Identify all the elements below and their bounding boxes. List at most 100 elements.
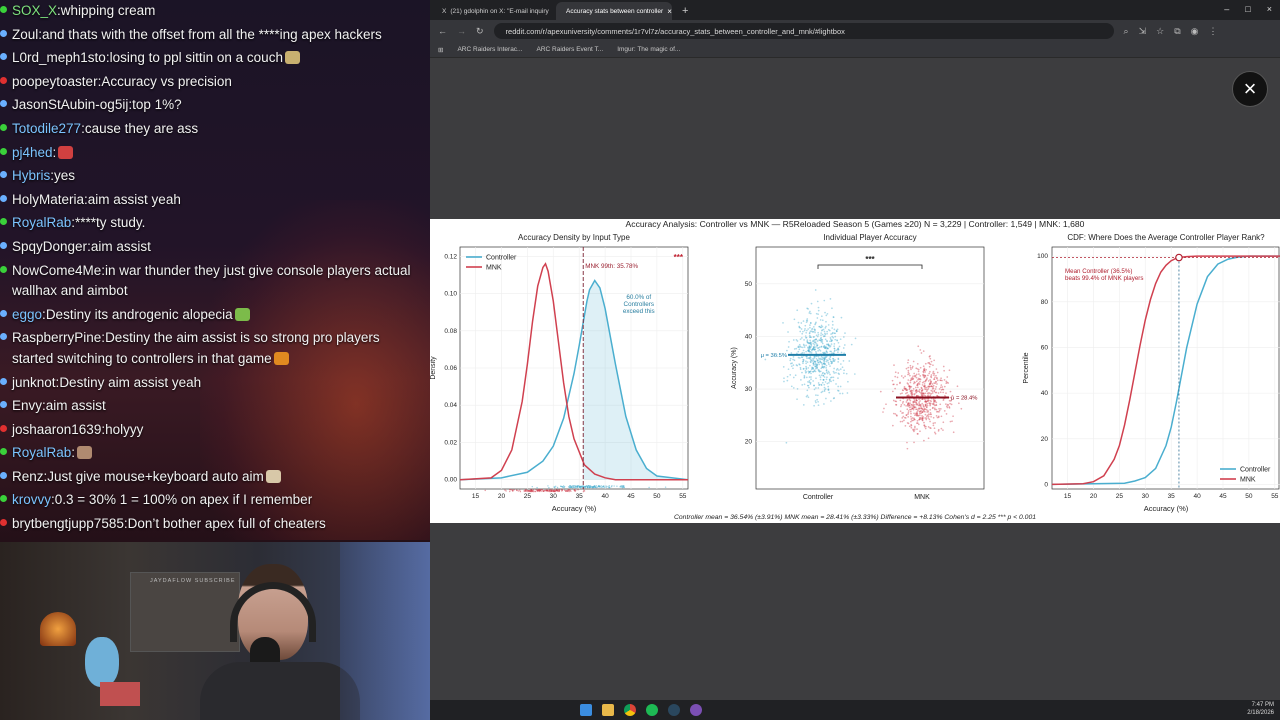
controller-point: [808, 332, 811, 335]
badge-icon: [0, 448, 7, 456]
chat-username[interactable]: eggo: [12, 307, 42, 322]
chat-text: 0.3 = 30% 1 = 100% on apex if I remember: [54, 492, 313, 508]
reload-icon[interactable]: ↻: [476, 26, 484, 37]
maximize-icon[interactable]: □: [1245, 4, 1250, 14]
controller-point: [831, 324, 834, 326]
mnk-point: [909, 385, 911, 388]
close-tab-icon[interactable]: ×: [667, 7, 672, 16]
controller-point: [805, 336, 808, 339]
bookmark-item[interactable]: ARC Raiders Event T...: [536, 46, 603, 53]
mnk-rug-point: [509, 490, 511, 493]
close-lightbox-button[interactable]: ×: [1232, 71, 1268, 107]
mnk-point: [952, 431, 955, 434]
mnk-point: [917, 414, 919, 417]
chat-username[interactable]: JasonStAubin-og5ij: [12, 97, 128, 112]
chat-username[interactable]: Envy: [12, 398, 42, 413]
controller-point: [830, 343, 833, 345]
chat-username[interactable]: Hybris: [12, 168, 50, 183]
minimize-icon[interactable]: –: [1224, 4, 1229, 14]
chat-username[interactable]: SOX_X: [12, 3, 57, 18]
chat-username[interactable]: joshaaron1639: [12, 422, 101, 437]
chat-separator: :: [52, 144, 57, 160]
chat-message: Hybris:yes: [0, 165, 430, 189]
menu-icon[interactable]: ⋮: [1209, 26, 1218, 37]
chat-username[interactable]: pj4hed: [12, 145, 53, 160]
bookmark-item[interactable]: Imgur: The magic of...: [617, 46, 680, 53]
controller-point: [814, 322, 817, 325]
chat-username[interactable]: RoyalRab: [12, 445, 71, 460]
zoom-icon[interactable]: ⌕: [1124, 26, 1129, 37]
mnk-rug-point: [530, 489, 533, 492]
chat-username[interactable]: SpqyDonger: [12, 239, 87, 254]
chat-username[interactable]: poopeytoaster: [12, 74, 98, 89]
url-input[interactable]: reddit.com/r/apexuniversity/comments/1r7…: [493, 23, 1114, 39]
mnk-point: [938, 409, 941, 412]
controller-point: [818, 357, 820, 360]
chat-username[interactable]: L0rd_meph1sto: [12, 50, 106, 65]
scatter-x-tick: Controller: [803, 494, 834, 501]
extensions-icon[interactable]: ⧉: [1174, 26, 1180, 37]
controller-point: [802, 359, 805, 361]
mnk-point: [939, 403, 942, 406]
mnk-point: [933, 359, 936, 362]
mnk-point: [946, 376, 949, 378]
mnk-point: [929, 355, 931, 357]
controller-point: [817, 309, 820, 312]
cdf-x-tick: 15: [1064, 493, 1072, 500]
chat-username[interactable]: Renz: [12, 469, 44, 484]
mnk-point: [915, 412, 918, 414]
tab-reddit-post[interactable]: Accuracy stats between controller ×: [556, 2, 672, 20]
tab-x-post[interactable]: X (21) gdolphin on X: "E-mail inquiry ×: [436, 2, 552, 20]
new-tab-button[interactable]: +: [676, 5, 694, 20]
controller-point: [816, 335, 819, 338]
mnk-point: [948, 369, 951, 372]
mnk-point: [908, 388, 911, 391]
chat-username[interactable]: RaspberryPine: [12, 330, 101, 345]
mnk-rug-point: [566, 490, 568, 492]
legend-controller-label: Controller: [486, 255, 517, 262]
chat-username[interactable]: HolyMateria: [12, 192, 84, 207]
chat-username[interactable]: junknot: [12, 375, 56, 390]
mnk-point: [927, 394, 930, 397]
close-window-icon[interactable]: ×: [1267, 4, 1272, 14]
chat-username[interactable]: Totodile277: [12, 121, 81, 136]
chat-username[interactable]: Zoul: [12, 27, 38, 42]
controller-point: [834, 359, 836, 361]
mnk-point: [950, 403, 953, 406]
mnk-point: [932, 416, 935, 419]
steam-icon[interactable]: [668, 704, 680, 716]
cdf-y-label: Percentile: [1023, 352, 1030, 383]
mnk-point: [915, 380, 918, 383]
controller-point: [837, 361, 840, 363]
controller-point: [840, 363, 842, 365]
scatter-plot-title: Individual Player Accuracy: [823, 233, 916, 242]
controller-point: [823, 344, 826, 347]
back-icon[interactable]: ←: [438, 26, 447, 36]
file-explorer-icon[interactable]: [602, 704, 614, 716]
apps-icon[interactable]: ⊞: [438, 46, 443, 54]
controller-point: [853, 373, 856, 375]
controller-point: [824, 338, 827, 341]
bookmark-star-icon[interactable]: ☆: [1156, 26, 1164, 37]
chat-username[interactable]: brytbengtjupp7585: [12, 516, 124, 531]
chat-username[interactable]: krovvy: [12, 492, 51, 507]
forward-icon[interactable]: →: [457, 26, 466, 36]
windows-start-icon[interactable]: [580, 704, 592, 716]
mnk-rug-point: [508, 489, 511, 491]
install-icon[interactable]: ⇲: [1139, 26, 1147, 37]
spotify-icon[interactable]: [646, 704, 658, 716]
density-x-tick: 50: [653, 493, 661, 500]
chat-username[interactable]: NowCome4Me: [12, 263, 101, 278]
bookmark-item[interactable]: ARC Raiders Interac...: [457, 46, 522, 53]
controller-point: [802, 320, 805, 322]
controller-point: [816, 344, 819, 346]
profile-icon[interactable]: ◉: [1191, 26, 1199, 37]
controller-rug-point: [648, 486, 650, 489]
controller-rug-point: [553, 486, 555, 488]
controller-rug-point: [664, 486, 667, 488]
mnk-point: [917, 368, 920, 371]
chrome-icon[interactable]: [624, 704, 636, 716]
obs-icon[interactable]: [690, 704, 702, 716]
chat-username[interactable]: RoyalRab: [12, 215, 71, 230]
mnk-point: [911, 391, 913, 394]
